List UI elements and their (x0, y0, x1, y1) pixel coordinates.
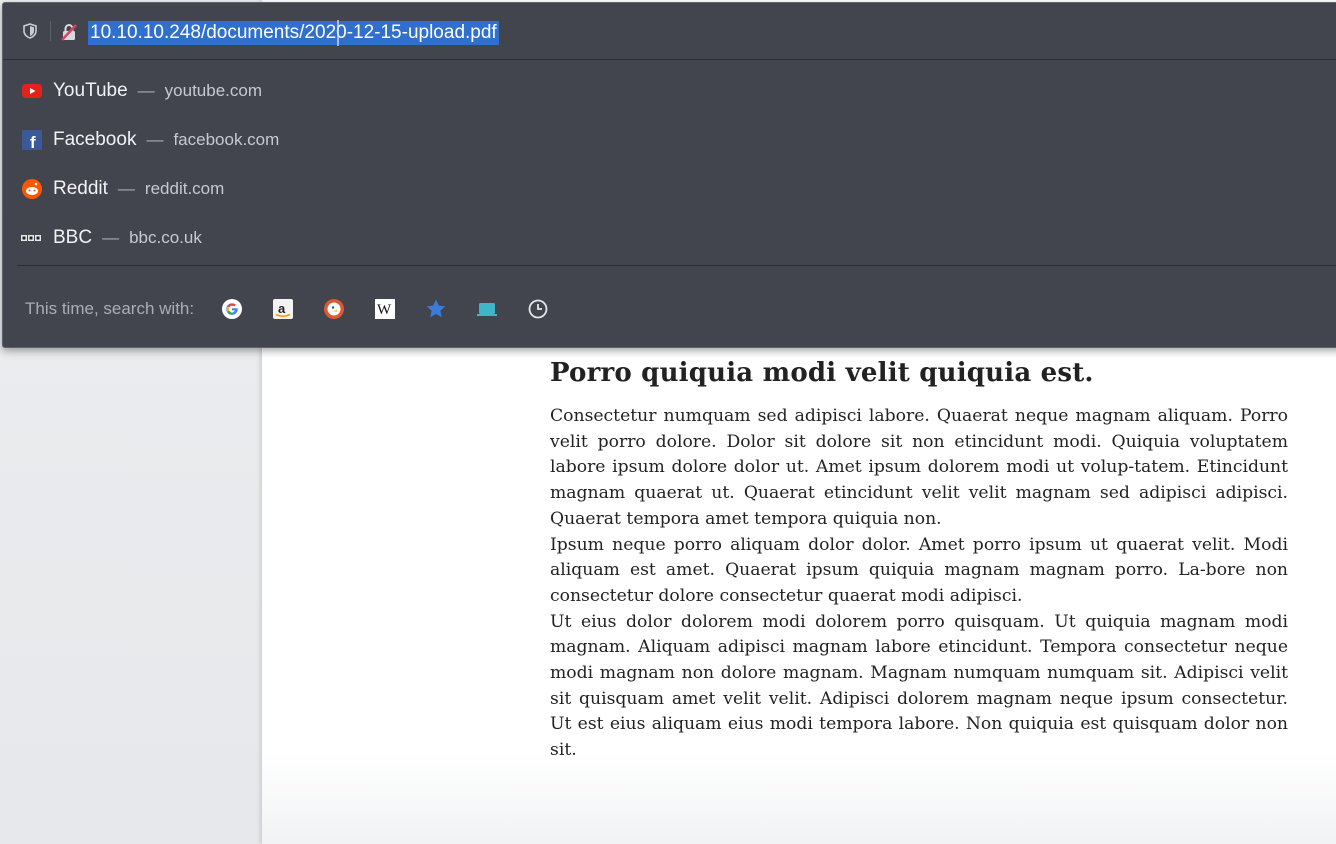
suggestion-url: youtube.com (164, 81, 263, 100)
divider (17, 265, 1336, 266)
suggestion-url: bbc.co.uk (129, 228, 202, 247)
document-paragraph: Ipsum neque porro aliquam dolor dolor. A… (550, 534, 1288, 606)
suggestion-youtube[interactable]: YouTube — youtube.com (3, 69, 1336, 113)
svg-text:a: a (278, 301, 286, 316)
suggestion-separator: — (137, 81, 155, 100)
history-icon[interactable] (526, 297, 550, 321)
svg-text:f: f (30, 133, 36, 151)
wikipedia-icon[interactable]: W (373, 297, 397, 321)
youtube-icon (21, 80, 43, 102)
facebook-icon: f (21, 129, 43, 152)
bookmarks-icon[interactable] (424, 297, 448, 321)
suggestion-title: BBC (53, 227, 93, 248)
document-title: Porro quiquia modi velit quiquia est. (550, 358, 1094, 388)
shield-icon[interactable] (23, 23, 37, 39)
duckduckgo-icon[interactable] (322, 297, 346, 321)
suggestion-title: YouTube (53, 80, 128, 101)
bbc-icon (21, 227, 43, 249)
suggestion-bbc[interactable]: BBC — bbc.co.uk (3, 216, 1336, 260)
suggestion-separator: — (146, 130, 164, 149)
address-bar[interactable]: 10.10.10.248/documents/2020-12-15-upload… (3, 3, 1336, 60)
svg-text:W: W (377, 302, 392, 318)
url-input[interactable]: 10.10.10.248/documents/2020-12-15-upload… (88, 21, 499, 45)
pdf-content: Porro quiquia modi velit quiquia est. Co… (550, 358, 1288, 764)
suggestion-reddit[interactable]: Reddit — reddit.com (3, 167, 1336, 211)
suggestion-title: Facebook (53, 129, 137, 150)
suggestion-url: reddit.com (144, 179, 225, 198)
google-icon[interactable] (220, 297, 244, 321)
suggestion-title: Reddit (53, 178, 108, 199)
suggestion-url: facebook.com (173, 130, 280, 149)
urlbar-dropdown: 10.10.10.248/documents/2020-12-15-upload… (2, 2, 1336, 348)
separator (50, 21, 51, 41)
amazon-icon[interactable]: a (271, 297, 295, 321)
page-shadow (262, 754, 1336, 844)
search-with-label: This time, search with: (25, 299, 195, 318)
text-cursor (337, 20, 339, 46)
document-paragraph: Consectetur numquam sed adipisci labore.… (550, 406, 1288, 529)
one-off-search-bar: This time, search with: a W (25, 289, 577, 329)
suggestion-separator: — (117, 179, 135, 198)
suggestion-facebook[interactable]: f Facebook — facebook.com (3, 118, 1336, 162)
insecure-lock-icon[interactable] (60, 23, 78, 41)
document-paragraph: Ut eius dolor dolorem modi dolorem porro… (550, 611, 1288, 761)
suggestion-separator: — (102, 228, 120, 247)
reddit-icon (21, 178, 43, 200)
tabs-icon[interactable] (475, 297, 499, 321)
